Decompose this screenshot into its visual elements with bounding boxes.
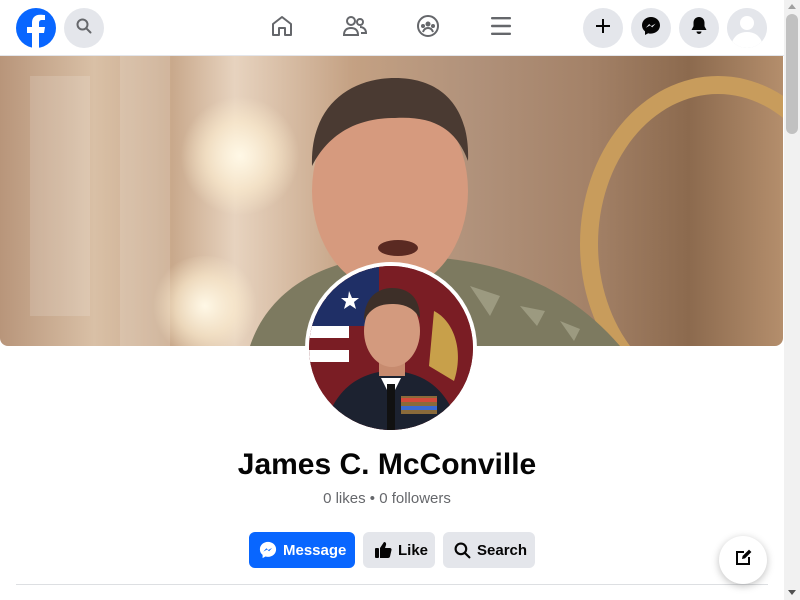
page-title: James C. McConville (237, 448, 537, 481)
section-divider (16, 584, 768, 585)
new-message-button[interactable] (719, 536, 767, 584)
friends-icon (342, 14, 368, 43)
create-button[interactable] (583, 8, 623, 48)
facebook-logo[interactable] (16, 8, 56, 48)
notifications-button[interactable] (679, 8, 719, 48)
search-icon (76, 18, 92, 39)
search-icon (454, 542, 471, 559)
nav-menu[interactable] (481, 12, 521, 44)
scroll-thumb[interactable] (786, 14, 798, 134)
like-button-label: Like (398, 541, 429, 559)
menu-icon (490, 16, 512, 41)
like-button[interactable]: Like (363, 532, 435, 568)
account-avatar[interactable] (727, 8, 767, 48)
messenger-button[interactable] (631, 8, 671, 48)
profile-photo[interactable] (305, 262, 477, 434)
bell-icon (690, 16, 708, 41)
compose-icon (733, 548, 753, 573)
nav-groups[interactable] (408, 12, 448, 44)
message-button[interactable]: Message (249, 532, 355, 568)
page-stats: 0 likes • 0 followers (323, 490, 451, 507)
scroll-up-arrow-icon[interactable] (788, 4, 796, 9)
thumbs-up-icon (374, 541, 392, 559)
message-button-label: Message (283, 541, 347, 559)
page-search-button[interactable]: Search (443, 532, 535, 568)
profile-portrait (309, 266, 473, 430)
nav-friends[interactable] (335, 12, 375, 44)
nav-home[interactable] (262, 12, 302, 44)
groups-icon (416, 14, 440, 43)
top-navigation-bar (0, 0, 784, 56)
search-button[interactable] (64, 8, 104, 48)
scroll-down-arrow-icon[interactable] (788, 590, 796, 595)
default-avatar-icon (727, 8, 767, 48)
messenger-icon (641, 16, 661, 41)
page-scrollbar[interactable] (784, 0, 800, 600)
plus-icon (595, 18, 611, 39)
search-button-label: Search (477, 541, 528, 559)
messenger-icon (259, 541, 277, 559)
home-icon (270, 14, 294, 43)
